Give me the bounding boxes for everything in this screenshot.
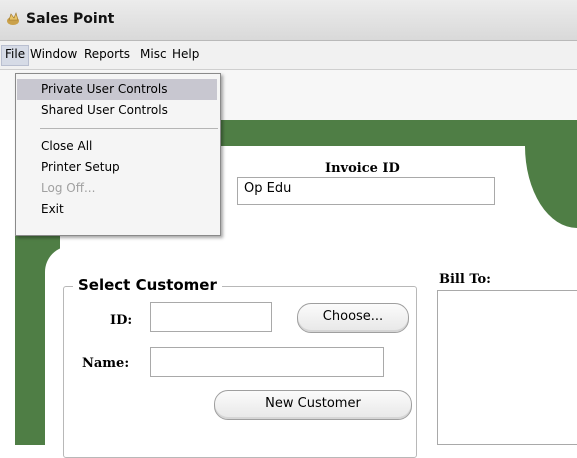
menu-item-private-user-controls[interactable]: Private User Controls — [17, 79, 217, 100]
customer-name-field[interactable] — [150, 347, 384, 377]
menu-item-log-off: Log Off... — [41, 181, 96, 195]
menu-help[interactable]: Help — [172, 47, 199, 63]
customer-id-label: ID: — [110, 313, 133, 328]
customer-name-label: Name: — [82, 356, 130, 371]
bill-to-label: Bill To: — [439, 272, 491, 287]
choose-button[interactable]: Choose... — [297, 303, 409, 333]
menu-item-shared-user-controls[interactable]: Shared User Controls — [17, 100, 217, 121]
menu-window[interactable]: Window — [30, 47, 77, 63]
menu-item-close-all[interactable]: Close All — [17, 136, 217, 157]
file-menu-dropdown: Private User Controls Shared User Contro… — [15, 73, 221, 236]
sales-point-app-icon — [7, 12, 19, 25]
menu-file[interactable]: File — [1, 45, 30, 66]
new-customer-button[interactable]: New Customer — [214, 390, 412, 420]
select-customer-title: Select Customer — [73, 276, 222, 294]
invoice-id-field[interactable]: Op Edu — [237, 177, 495, 205]
menu-misc[interactable]: Misc — [140, 47, 167, 63]
window-title: Sales Point — [26, 11, 115, 27]
menu-bar: File Window Reports Misc Help — [0, 41, 577, 70]
bill-to-field[interactable] — [437, 290, 577, 445]
menu-separator — [40, 128, 218, 129]
title-bar: Sales Point — [0, 0, 577, 41]
menu-item-exit[interactable]: Exit — [17, 199, 217, 220]
invoice-id-label: Invoice ID — [325, 161, 400, 176]
menu-reports[interactable]: Reports — [84, 47, 130, 63]
customer-id-field[interactable] — [150, 302, 272, 332]
menu-item-printer-setup[interactable]: Printer Setup — [17, 157, 217, 178]
